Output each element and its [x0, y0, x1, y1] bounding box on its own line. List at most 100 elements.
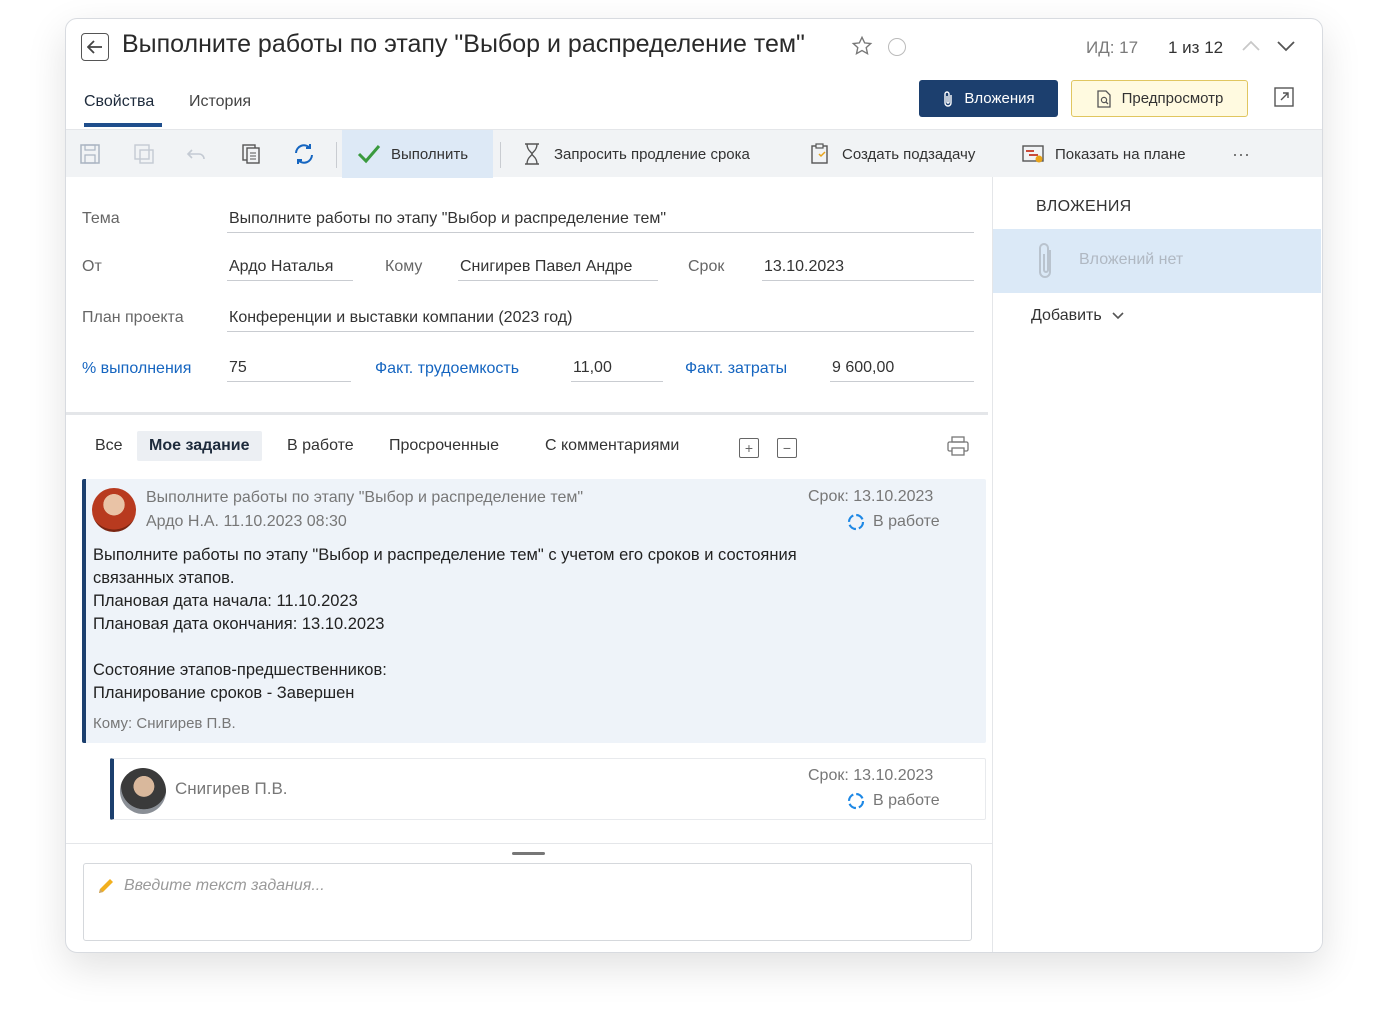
show-on-plan-label: Показать на плане: [1055, 145, 1186, 163]
task-description-line: Планирование сроков - Завершен: [93, 684, 355, 702]
subject-field[interactable]: Выполните работы по этапу "Выбор и распр…: [227, 210, 974, 233]
chevron-down-icon[interactable]: [1276, 39, 1296, 58]
page-title: Выполните работы по этапу "Выбор и распр…: [122, 30, 805, 58]
refresh-button[interactable]: [292, 130, 316, 178]
undo-icon: [185, 142, 209, 166]
paperclip-icon: [1039, 243, 1051, 278]
record-id: ИД: 17: [1086, 38, 1139, 57]
attachments-pane: ВЛОЖЕНИЯ Вложений нет Добавить: [992, 177, 1322, 952]
create-subtask-label: Создать подзадачу: [842, 145, 976, 163]
task-card-title[interactable]: Выполните работы по этапу "Выбор и распр…: [146, 489, 583, 507]
assignee-name[interactable]: Снигирев П.В.: [175, 779, 288, 799]
arrow-left-icon: [87, 40, 102, 54]
percent-complete-label[interactable]: % выполнения: [82, 360, 191, 378]
tab-properties[interactable]: Свойства: [84, 93, 154, 111]
attachments-empty-row: Вложений нет: [993, 229, 1321, 293]
to-label: Кому: [385, 258, 423, 275]
filter-overdue[interactable]: Просроченные: [389, 437, 499, 455]
filter-in-progress[interactable]: В работе: [287, 437, 354, 455]
task-text-input[interactable]: Введите текст задания...: [83, 863, 972, 941]
save-copy-button[interactable]: [132, 130, 156, 178]
complete-button-label: Выполнить: [391, 145, 469, 163]
checkmark-icon: [357, 142, 381, 166]
copy-button[interactable]: [239, 130, 263, 178]
open-external-icon[interactable]: [1273, 86, 1295, 113]
expand-all-icon[interactable]: +: [739, 438, 759, 458]
toolbar-divider: [500, 142, 501, 168]
task-description-line: Выполните работы по этапу "Выбор и распр…: [93, 546, 797, 564]
task-description-line: Плановая дата окончания: 13.10.2023: [93, 615, 385, 633]
attachments-empty-label: Вложений нет: [1079, 251, 1184, 268]
task-card-status: В работе: [847, 513, 940, 531]
task-card-recipient: Кому: Снигирев П.В.: [93, 715, 236, 732]
record-pager: 1 из 12: [1168, 38, 1224, 57]
request-extension-button[interactable]: Запросить продление срока: [520, 130, 750, 178]
request-extension-label: Запросить продление срока: [554, 145, 750, 163]
actual-labor-label[interactable]: Факт. трудоемкость: [375, 360, 519, 378]
from-field[interactable]: Ардо Наталья: [227, 258, 353, 281]
chevron-up-icon[interactable]: [1241, 39, 1261, 58]
add-attachment-label: Добавить: [1031, 307, 1102, 324]
filter-my-task[interactable]: Мое задание: [137, 431, 262, 461]
print-icon[interactable]: [946, 435, 970, 462]
collapse-all-icon[interactable]: −: [777, 438, 797, 458]
task-window: Выполните работы по этапу "Выбор и распр…: [65, 18, 1323, 953]
percent-complete-field[interactable]: 75: [227, 359, 351, 382]
attachments-button[interactable]: Вложения: [919, 80, 1058, 117]
task-card-author-time: Ардо Н.А. 11.10.2023 08:30: [146, 513, 347, 530]
tab-history[interactable]: История: [189, 93, 251, 111]
star-icon[interactable]: [851, 35, 873, 62]
to-field[interactable]: Снигирев Павел Андре: [458, 258, 658, 281]
actual-cost-label[interactable]: Факт. затраты: [685, 360, 787, 378]
task-description-line: связанных этапов.: [93, 569, 235, 587]
actual-cost-field[interactable]: 9 600,00: [830, 359, 974, 382]
subtask-icon: [808, 142, 832, 166]
add-attachment-button[interactable]: Добавить: [1031, 307, 1124, 325]
subject-label: Тема: [82, 210, 120, 227]
show-on-plan-button[interactable]: Показать на плане: [1021, 130, 1186, 178]
filter-with-comments[interactable]: С комментариями: [545, 437, 679, 455]
save-button[interactable]: [78, 130, 102, 178]
task-description-line: Плановая дата начала: 11.10.2023: [93, 592, 358, 610]
toolbar: Выполнить Запросить продление срока Созд…: [66, 129, 1322, 178]
in-progress-icon: [847, 513, 865, 531]
toolbar-divider: [336, 142, 337, 168]
task-description: Выполните работы по этапу "Выбор и распр…: [93, 544, 797, 705]
task-description-line: Состояние этапов-предшественников:: [93, 661, 387, 679]
save-icon: [78, 142, 102, 166]
back-button[interactable]: [81, 33, 109, 61]
preview-button[interactable]: Предпросмотр: [1071, 80, 1248, 117]
from-label: От: [82, 258, 102, 275]
paperclip-icon: [944, 90, 953, 107]
task-card-status-label: В работе: [873, 513, 940, 530]
splitter-line: [66, 843, 992, 844]
pencil-icon: [99, 879, 113, 893]
task-card: Выполните работы по этапу "Выбор и распр…: [82, 479, 986, 743]
more-options-button[interactable]: ···: [1232, 130, 1250, 178]
project-plan-field[interactable]: Конференции и выставки компании (2023 го…: [227, 309, 974, 332]
assignee-status-label: В работе: [873, 792, 940, 809]
avatar-snigirev: [120, 768, 166, 814]
in-progress-icon: [847, 792, 865, 810]
copy-document-icon: [239, 142, 263, 166]
deadline-field[interactable]: 13.10.2023: [762, 258, 974, 281]
project-plan-label: План проекта: [82, 309, 184, 326]
deadline-label: Срок: [688, 258, 725, 275]
actual-labor-field[interactable]: 11,00: [571, 359, 663, 382]
assignee-status: В работе: [847, 792, 940, 810]
create-subtask-button[interactable]: Создать подзадачу: [808, 130, 975, 178]
complete-button[interactable]: Выполнить: [342, 130, 493, 178]
assignee-deadline: Срок: 13.10.2023: [808, 767, 934, 784]
undo-button[interactable]: [185, 130, 209, 178]
task-text-placeholder: Введите текст задания...: [124, 877, 325, 894]
assignee-card: Снигирев П.В. Срок: 13.10.2023 В работе: [110, 758, 986, 820]
save-as-icon: [132, 142, 156, 166]
gantt-plan-icon: [1021, 142, 1045, 166]
refresh-icon: [292, 142, 316, 166]
status-circle-icon[interactable]: [888, 38, 906, 56]
resize-handle[interactable]: [512, 852, 545, 855]
filter-all[interactable]: Все: [95, 437, 123, 455]
attachments-button-label: Вложения: [964, 90, 1035, 107]
chevron-down-icon: [1112, 312, 1124, 320]
